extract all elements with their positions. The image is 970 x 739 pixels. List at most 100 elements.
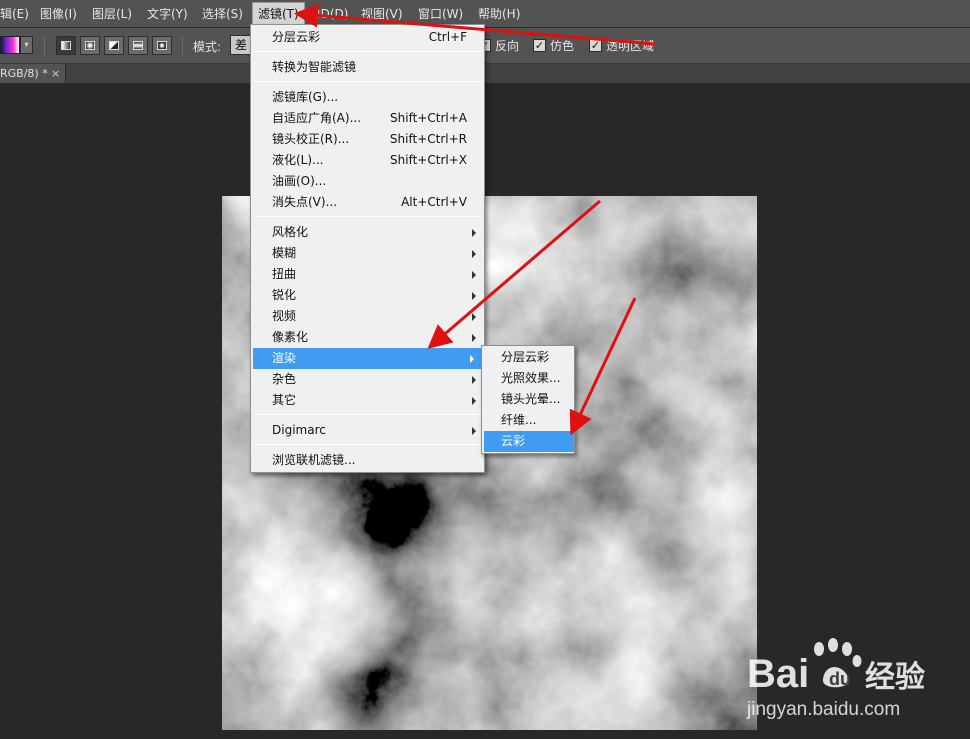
- gradient-swatch[interactable]: [0, 36, 20, 54]
- submenu-arrow-icon: [472, 229, 476, 237]
- menu-item-label: 转换为智能滤镜: [272, 60, 357, 74]
- render-submenu: 分层云彩 光照效果... 镜头光晕... 纤维... 云彩: [481, 345, 575, 454]
- checkmark-icon: ✓: [589, 39, 602, 52]
- menu-item-shortcut: Shift+Ctrl+X: [390, 153, 467, 167]
- menu-item-label: 杂色: [272, 372, 297, 386]
- gradient-picker-dropdown[interactable]: ▾: [20, 36, 33, 54]
- options-separator: [44, 36, 45, 56]
- menu-item-pixelate[interactable]: 像素化: [251, 327, 484, 348]
- submenu-item-lighting-effects[interactable]: 光照效果...: [482, 368, 574, 389]
- menu-item-video[interactable]: 视频: [251, 306, 484, 327]
- diamond-gradient-button[interactable]: [152, 36, 172, 55]
- submenu-arrow-icon: [472, 334, 476, 342]
- menu-item-filter-gallery[interactable]: 滤镜库(G)...: [251, 87, 484, 108]
- menu-item-distort[interactable]: 扭曲: [251, 264, 484, 285]
- menu-item-label: 滤镜库(G)...: [272, 90, 339, 104]
- menu-item-label: 光照效果...: [501, 371, 561, 385]
- watermark-url: jingyan.baidu.com: [746, 699, 900, 720]
- menu-item-vanishing-point[interactable]: 消失点(V)... Alt+Ctrl+V: [251, 192, 484, 213]
- menu-item-label: 云彩: [501, 434, 526, 448]
- menu-item-adaptive-wide-angle[interactable]: 自适应广角(A)... Shift+Ctrl+A: [251, 108, 484, 129]
- menu-item-label: 视频: [272, 309, 297, 323]
- menu-item-label: 分层云彩: [501, 350, 550, 364]
- submenu-arrow-icon: [472, 313, 476, 321]
- menu-separator: [255, 414, 481, 415]
- menu-item-noise[interactable]: 杂色: [251, 369, 484, 390]
- menu-item-label: 纤维...: [501, 413, 537, 427]
- menu-item-shortcut: Shift+Ctrl+A: [390, 111, 467, 125]
- menu-item-label: 扭曲: [272, 267, 297, 281]
- menu-item-label: 模糊: [272, 246, 297, 260]
- menu-item-label: 渲染: [272, 351, 297, 365]
- menu-item-digimarc[interactable]: Digimarc: [251, 420, 484, 441]
- menu-item-render[interactable]: 渲染: [253, 348, 482, 369]
- filter-menu: 分层云彩 Ctrl+F 转换为智能滤镜 滤镜库(G)... 自适应广角(A)..…: [250, 24, 485, 473]
- submenu-arrow-icon: [472, 397, 476, 405]
- menu-item-label: 浏览联机滤镜...: [272, 453, 356, 467]
- menu-edit[interactable]: 辑(E): [0, 0, 29, 28]
- menu-separator: [255, 216, 481, 217]
- transparency-checkbox[interactable]: ✓ 透明区域: [589, 37, 654, 54]
- menu-item-label: 其它: [272, 393, 297, 407]
- menu-item-label: 风格化: [272, 225, 309, 239]
- menu-item-label: 液化(L)...: [272, 153, 324, 167]
- menu-type[interactable]: 文字(Y): [147, 0, 188, 28]
- submenu-arrow-icon: [472, 376, 476, 384]
- logo-text-du: du: [829, 669, 851, 689]
- menu-item-label: 消失点(V)...: [272, 195, 338, 209]
- menu-select[interactable]: 选择(S): [202, 0, 243, 28]
- close-icon[interactable]: ×: [51, 64, 60, 83]
- menu-item-oil-paint[interactable]: 油画(O)...: [251, 171, 484, 192]
- menu-item-label: 锐化: [272, 288, 297, 302]
- menu-item-label: 像素化: [272, 330, 309, 344]
- menu-item-label: 油画(O)...: [272, 174, 327, 188]
- menu-item-convert-smart-filters[interactable]: 转换为智能滤镜: [251, 57, 484, 78]
- menu-item-liquify[interactable]: 液化(L)... Shift+Ctrl+X: [251, 150, 484, 171]
- submenu-arrow-icon: [472, 271, 476, 279]
- submenu-item-lens-flare[interactable]: 镜头光晕...: [482, 389, 574, 410]
- menu-item-lens-correction[interactable]: 镜头校正(R)... Shift+Ctrl+R: [251, 129, 484, 150]
- menu-item-label: 分层云彩: [272, 30, 321, 44]
- menu-item-stylize[interactable]: 风格化: [251, 222, 484, 243]
- reflected-gradient-button[interactable]: [128, 36, 148, 55]
- menu-item-label: 镜头光晕...: [501, 392, 561, 406]
- menubar: 辑(E) 图像(I) 图层(L) 文字(Y) 选择(S) 滤镜(T) 3D(D)…: [0, 0, 970, 28]
- document-tab-title: RGB/8) *: [0, 67, 48, 80]
- options-separator: [182, 36, 183, 56]
- transparency-label: 透明区域: [606, 39, 655, 53]
- logo-text-bai: Bai: [747, 652, 809, 696]
- submenu-item-clouds[interactable]: 云彩: [484, 431, 574, 452]
- linear-gradient-button[interactable]: [56, 36, 76, 55]
- menu-separator: [255, 81, 481, 82]
- logo-text-jingyan: 经验: [865, 660, 925, 695]
- menu-item-shortcut: Alt+Ctrl+V: [401, 195, 467, 209]
- document-tab[interactable]: RGB/8) * ×: [0, 64, 66, 83]
- menu-item-shortcut: Shift+Ctrl+R: [389, 132, 467, 146]
- menu-item-last-filter[interactable]: 分层云彩 Ctrl+F: [251, 27, 484, 48]
- menu-filter[interactable]: 滤镜(T): [252, 2, 305, 26]
- dither-checkbox[interactable]: ✓ 仿色: [533, 37, 574, 54]
- document-tab-bar: RGB/8) * ×: [0, 64, 970, 83]
- menu-layer[interactable]: 图层(L): [92, 0, 132, 28]
- menu-item-blur[interactable]: 模糊: [251, 243, 484, 264]
- menu-image[interactable]: 图像(I): [40, 0, 77, 28]
- menu-item-label: 镜头校正(R)...: [272, 132, 350, 146]
- angle-gradient-button[interactable]: [104, 36, 124, 55]
- menu-item-browse-online-filters[interactable]: 浏览联机滤镜...: [251, 450, 484, 471]
- submenu-item-difference-clouds[interactable]: 分层云彩: [482, 347, 574, 368]
- submenu-arrow-icon: [470, 355, 474, 363]
- menu-item-sharpen[interactable]: 锐化: [251, 285, 484, 306]
- submenu-item-fibers[interactable]: 纤维...: [482, 410, 574, 431]
- menu-separator: [255, 444, 481, 445]
- menu-item-label: Digimarc: [272, 423, 326, 437]
- menu-separator: [255, 51, 481, 52]
- menu-item-shortcut: Ctrl+F: [428, 30, 467, 44]
- dither-label: 仿色: [550, 39, 575, 53]
- radial-gradient-button[interactable]: [80, 36, 100, 55]
- submenu-arrow-icon: [472, 250, 476, 258]
- submenu-arrow-icon: [472, 292, 476, 300]
- menu-item-other[interactable]: 其它: [251, 390, 484, 411]
- reverse-label: 反向: [495, 39, 520, 53]
- submenu-arrow-icon: [472, 427, 476, 435]
- menu-item-label: 自适应广角(A)...: [272, 111, 362, 125]
